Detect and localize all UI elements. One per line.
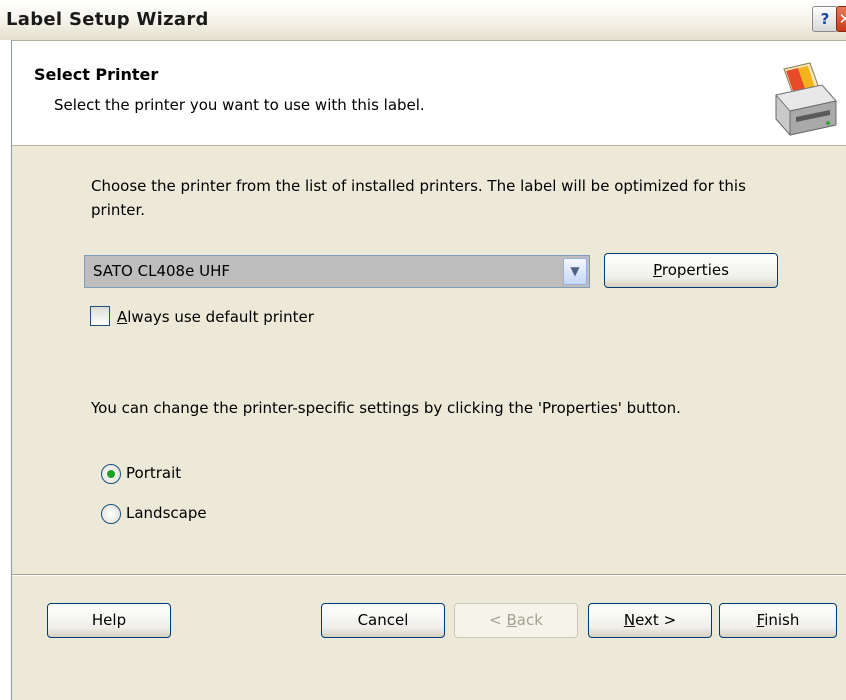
footer-separator	[12, 574, 846, 576]
help-title-button[interactable]: ?	[812, 6, 838, 32]
always-default-printer-checkbox[interactable]	[90, 306, 110, 326]
cancel-button[interactable]: Cancel	[321, 603, 445, 638]
landscape-radio[interactable]	[101, 504, 121, 524]
page-subtitle: Select the printer you want to use with …	[54, 96, 425, 114]
page-title: Select Printer	[34, 65, 159, 84]
wizard-header: Select Printer Select the printer you wa…	[12, 41, 846, 146]
back-button[interactable]: < Back	[454, 603, 578, 638]
back-accel: B	[506, 611, 517, 629]
left-window-border	[0, 40, 12, 700]
back-label: ack	[516, 611, 543, 629]
portrait-label[interactable]: Portrait	[126, 464, 181, 482]
next-button[interactable]: Next >	[588, 603, 712, 638]
finish-label: inish	[764, 611, 800, 629]
printer-description: Choose the printer from the list of inst…	[91, 177, 746, 219]
landscape-label[interactable]: Landscape	[126, 504, 207, 522]
properties-label: roperties	[661, 261, 729, 279]
help-button[interactable]: Help	[47, 603, 171, 638]
radio-selected-dot	[107, 470, 115, 478]
printer-select-value: SATO CL408e UHF	[93, 262, 230, 280]
chevron-down-icon[interactable]: ▼	[563, 258, 587, 285]
properties-info-text: You can change the printer-specific sett…	[91, 399, 681, 417]
close-title-button[interactable]: ✕	[836, 6, 846, 32]
next-label: ext >	[635, 611, 677, 629]
properties-button[interactable]: Properties	[604, 253, 778, 288]
next-accel: N	[623, 611, 636, 629]
printer-icon	[775, 62, 837, 136]
label-setup-wizard-window: Label Setup Wizard ? ✕ Select Printer Se…	[0, 0, 846, 700]
always-default-text: lways use default printer	[127, 308, 314, 326]
window-title: Label Setup Wizard	[6, 9, 209, 30]
portrait-radio[interactable]	[101, 464, 121, 484]
printer-select[interactable]: SATO CL408e UHF ▼	[84, 255, 590, 288]
back-prefix: <	[489, 611, 507, 629]
properties-accel: P	[653, 261, 662, 279]
title-bar[interactable]: Label Setup Wizard ? ✕	[0, 0, 846, 41]
finish-button[interactable]: Finish	[719, 603, 837, 638]
always-default-printer-label[interactable]: Always use default printer	[117, 308, 314, 326]
always-default-accel: A	[117, 308, 128, 326]
